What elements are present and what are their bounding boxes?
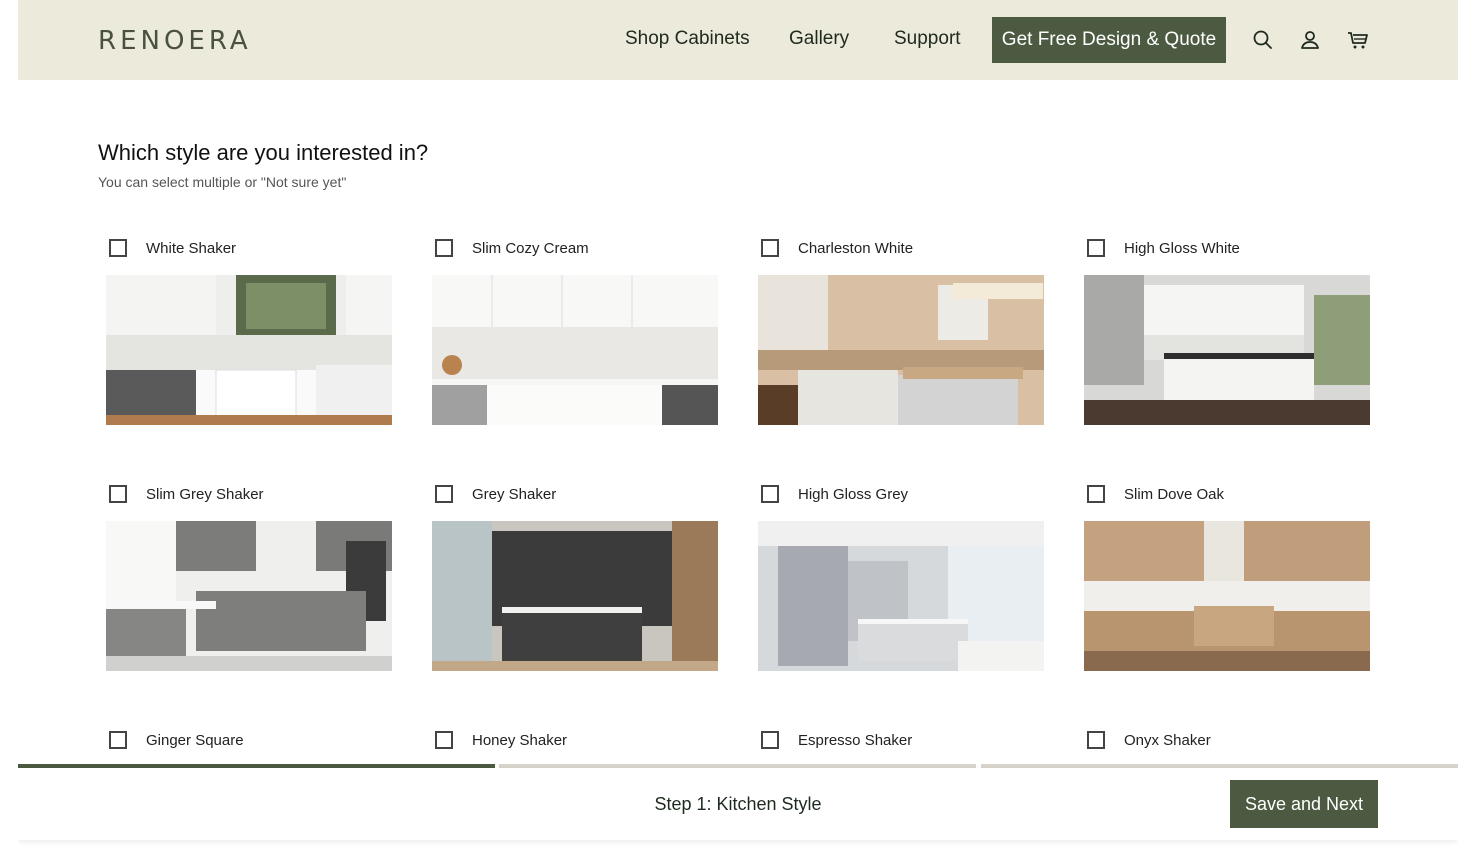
- style-label: Slim Dove Oak: [1124, 486, 1225, 503]
- style-image[interactable]: [758, 275, 1044, 425]
- style-label: Ginger Square: [146, 732, 244, 749]
- checkbox[interactable]: [761, 485, 779, 503]
- search-icon[interactable]: [1251, 28, 1275, 52]
- style-option-onyx-shaker[interactable]: Onyx Shaker: [1084, 729, 1370, 753]
- app-frame: RENOERA Shop Cabinets Gallery Support Ge…: [18, 0, 1458, 856]
- cart-icon[interactable]: [1346, 28, 1370, 52]
- checkbox[interactable]: [1087, 239, 1105, 257]
- site-header: RENOERA Shop Cabinets Gallery Support Ge…: [18, 0, 1458, 80]
- checkbox[interactable]: [435, 731, 453, 749]
- free-design-quote-button[interactable]: Get Free Design & Quote: [992, 17, 1226, 63]
- question-subtitle: You can select multiple or "Not sure yet…: [98, 174, 347, 190]
- style-image[interactable]: [106, 521, 392, 671]
- save-and-next-button[interactable]: Save and Next: [1230, 780, 1378, 828]
- style-label: Charleston White: [798, 240, 914, 257]
- style-option-high-gloss-grey[interactable]: High Gloss Grey: [758, 483, 1044, 507]
- style-option-ginger-square[interactable]: Ginger Square: [106, 729, 392, 753]
- style-image[interactable]: [106, 275, 392, 425]
- user-icon[interactable]: [1298, 28, 1322, 52]
- style-option-honey-shaker[interactable]: Honey Shaker: [432, 729, 718, 753]
- style-label: White Shaker: [146, 240, 237, 257]
- style-option-charleston-white[interactable]: Charleston White: [758, 237, 1044, 261]
- style-image[interactable]: [1084, 275, 1370, 425]
- checkbox[interactable]: [109, 239, 127, 257]
- checkbox[interactable]: [761, 731, 779, 749]
- checkbox[interactable]: [761, 239, 779, 257]
- style-option-espresso-shaker[interactable]: Espresso Shaker: [758, 729, 1044, 753]
- style-image[interactable]: [432, 521, 718, 671]
- style-option-slim-cozy-cream[interactable]: Slim Cozy Cream: [432, 237, 718, 261]
- style-image[interactable]: [1084, 521, 1370, 671]
- checkbox[interactable]: [109, 731, 127, 749]
- question-title: Which style are you interested in?: [98, 140, 429, 165]
- style-label: Onyx Shaker: [1124, 732, 1211, 749]
- checkbox[interactable]: [1087, 731, 1105, 749]
- style-label: Honey Shaker: [472, 732, 568, 749]
- checkbox[interactable]: [435, 485, 453, 503]
- style-label: Grey Shaker: [472, 486, 557, 503]
- checkbox[interactable]: [435, 239, 453, 257]
- checkbox[interactable]: [109, 485, 127, 503]
- nav-shop-cabinets[interactable]: Shop Cabinets: [625, 28, 750, 50]
- nav-gallery[interactable]: Gallery: [789, 28, 849, 50]
- brand-logo[interactable]: RENOERA: [98, 26, 252, 56]
- style-option-white-shaker[interactable]: White Shaker: [106, 237, 392, 261]
- style-label: Espresso Shaker: [798, 732, 913, 749]
- style-label: High Gloss Grey: [798, 486, 909, 503]
- style-label: High Gloss White: [1124, 240, 1240, 257]
- style-option-slim-grey-shaker[interactable]: Slim Grey Shaker: [106, 483, 392, 507]
- style-option-slim-dove-oak[interactable]: Slim Dove Oak: [1084, 483, 1370, 507]
- style-option-high-gloss-white[interactable]: High Gloss White: [1084, 237, 1370, 261]
- style-image[interactable]: [758, 521, 1044, 671]
- style-option-grey-shaker[interactable]: Grey Shaker: [432, 483, 718, 507]
- nav-support[interactable]: Support: [894, 28, 961, 50]
- style-label: Slim Cozy Cream: [472, 240, 589, 257]
- style-label: Slim Grey Shaker: [146, 486, 264, 503]
- checkbox[interactable]: [1087, 485, 1105, 503]
- style-image[interactable]: [432, 275, 718, 425]
- step-footer: Step 1: Kitchen Style Save and Next: [18, 768, 1458, 840]
